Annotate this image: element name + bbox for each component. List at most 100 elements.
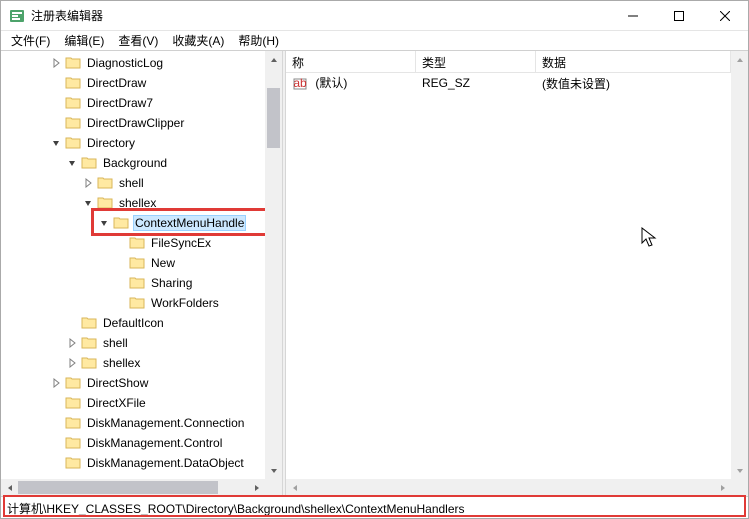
chevron-down-icon[interactable] bbox=[65, 156, 79, 170]
menubar: 文件(F) 编辑(E) 查看(V) 收藏夹(A) 帮助(H) bbox=[1, 31, 748, 51]
menu-edit[interactable]: 编辑(E) bbox=[58, 30, 110, 51]
tree-label: Background bbox=[101, 155, 169, 171]
menu-view[interactable]: 查看(V) bbox=[112, 30, 164, 51]
expander-placeholder bbox=[113, 256, 127, 270]
tree-row[interactable]: DirectShow bbox=[1, 373, 265, 393]
folder-icon bbox=[65, 76, 81, 90]
list-row[interactable]: ab (默认) REG_SZ (数值未设置) bbox=[286, 73, 731, 93]
expander-placeholder bbox=[65, 316, 79, 330]
folder-icon bbox=[65, 376, 81, 390]
tree-row[interactable]: DirectDrawClipper bbox=[1, 113, 265, 133]
value-name: (默认) bbox=[315, 76, 347, 90]
tree-scrollbar-vertical[interactable] bbox=[265, 51, 282, 479]
column-name[interactable]: 称 bbox=[286, 51, 416, 72]
tree-label: DiskManagement.Control bbox=[85, 435, 224, 451]
expander-placeholder bbox=[49, 396, 63, 410]
tree-label: WorkFolders bbox=[149, 295, 221, 311]
tree-row[interactable]: DirectDraw bbox=[1, 73, 265, 93]
tree-row[interactable]: DiagnosticLog bbox=[1, 53, 265, 73]
tree-row[interactable]: Sharing bbox=[1, 273, 265, 293]
scroll-right-icon[interactable] bbox=[248, 479, 265, 496]
tree-label: DiskManagement.Connection bbox=[85, 415, 246, 431]
minimize-button[interactable] bbox=[610, 1, 656, 31]
tree-row[interactable]: shellex bbox=[1, 193, 265, 213]
tree-row[interactable]: shell bbox=[1, 173, 265, 193]
tree-label: DirectShow bbox=[85, 375, 150, 391]
folder-icon bbox=[81, 336, 97, 350]
tree-label: shellex bbox=[101, 355, 142, 371]
column-type[interactable]: 类型 bbox=[416, 51, 536, 72]
chevron-right-icon[interactable] bbox=[49, 376, 63, 390]
scroll-up-icon[interactable] bbox=[731, 51, 748, 68]
folder-icon bbox=[65, 396, 81, 410]
scroll-thumb-vertical[interactable] bbox=[267, 88, 280, 148]
chevron-right-icon[interactable] bbox=[65, 356, 79, 370]
value-data: (数值未设置) bbox=[536, 75, 731, 92]
tree-pane: DiagnosticLogDirectDrawDirectDraw7Direct… bbox=[1, 51, 282, 496]
list-scrollbar-vertical[interactable] bbox=[731, 51, 748, 479]
tree-row[interactable]: shellex bbox=[1, 353, 265, 373]
tree-row[interactable]: Directory bbox=[1, 133, 265, 153]
folder-icon bbox=[129, 296, 145, 310]
tree-label: DiskManagement.DataObject bbox=[85, 455, 246, 471]
tree-label: FileSyncEx bbox=[149, 235, 213, 251]
tree-row[interactable]: WorkFolders bbox=[1, 293, 265, 313]
expander-placeholder bbox=[49, 436, 63, 450]
tree-label: DiagnosticLog bbox=[85, 55, 165, 71]
expander-placeholder bbox=[113, 296, 127, 310]
tree-row[interactable]: DefaultIcon bbox=[1, 313, 265, 333]
folder-icon bbox=[129, 256, 145, 270]
tree-row[interactable]: shell bbox=[1, 333, 265, 353]
chevron-down-icon[interactable] bbox=[97, 216, 111, 230]
folder-icon bbox=[97, 176, 113, 190]
tree-label: DefaultIcon bbox=[101, 315, 166, 331]
scroll-thumb-horizontal[interactable] bbox=[18, 481, 218, 494]
tree-row[interactable]: DiskManagement.Control bbox=[1, 433, 265, 453]
scroll-left-icon[interactable] bbox=[1, 479, 18, 496]
chevron-right-icon[interactable] bbox=[81, 176, 95, 190]
folder-icon bbox=[65, 136, 81, 150]
scroll-down-icon[interactable] bbox=[265, 462, 282, 479]
tree-row[interactable]: New bbox=[1, 253, 265, 273]
chevron-right-icon[interactable] bbox=[65, 336, 79, 350]
tree-scrollbar-horizontal[interactable] bbox=[1, 479, 265, 496]
tree-row[interactable]: DirectDraw7 bbox=[1, 93, 265, 113]
folder-icon bbox=[129, 276, 145, 290]
scroll-up-icon[interactable] bbox=[265, 51, 282, 68]
folder-icon bbox=[65, 456, 81, 470]
chevron-down-icon[interactable] bbox=[49, 136, 63, 150]
tree-label: Directory bbox=[85, 135, 137, 151]
close-button[interactable] bbox=[702, 1, 748, 31]
tree-row[interactable]: DiskManagement.DataObject bbox=[1, 453, 265, 473]
scroll-down-icon[interactable] bbox=[731, 462, 748, 479]
svg-text:ab: ab bbox=[293, 77, 307, 90]
list-scrollbar-horizontal[interactable] bbox=[286, 479, 731, 496]
menu-file[interactable]: 文件(F) bbox=[5, 30, 56, 51]
list-header: 称 类型 数据 bbox=[286, 51, 731, 73]
expander-placeholder bbox=[49, 416, 63, 430]
tree-row[interactable]: ContextMenuHandle bbox=[1, 213, 265, 233]
tree-row[interactable]: DirectXFile bbox=[1, 393, 265, 413]
tree-row[interactable]: FileSyncEx bbox=[1, 233, 265, 253]
menu-favorites[interactable]: 收藏夹(A) bbox=[166, 30, 230, 51]
column-data[interactable]: 数据 bbox=[536, 51, 731, 72]
maximize-button[interactable] bbox=[656, 1, 702, 31]
chevron-down-icon[interactable] bbox=[81, 196, 95, 210]
folder-icon bbox=[65, 96, 81, 110]
folder-icon bbox=[113, 216, 129, 230]
tree-label: shellex bbox=[117, 195, 158, 211]
expander-placeholder bbox=[113, 236, 127, 250]
menu-help[interactable]: 帮助(H) bbox=[232, 30, 285, 51]
scrollbar-corner bbox=[265, 479, 282, 496]
folder-icon bbox=[81, 156, 97, 170]
expander-placeholder bbox=[113, 276, 127, 290]
status-path: 计算机\HKEY_CLASSES_ROOT\Directory\Backgrou… bbox=[7, 500, 742, 517]
scroll-left-icon[interactable] bbox=[286, 479, 303, 496]
expander-placeholder bbox=[49, 456, 63, 470]
folder-icon bbox=[81, 356, 97, 370]
chevron-right-icon[interactable] bbox=[49, 56, 63, 70]
statusbar: 计算机\HKEY_CLASSES_ROOT\Directory\Backgrou… bbox=[1, 496, 748, 518]
tree-row[interactable]: Background bbox=[1, 153, 265, 173]
tree-row[interactable]: DiskManagement.Connection bbox=[1, 413, 265, 433]
scroll-right-icon[interactable] bbox=[714, 479, 731, 496]
